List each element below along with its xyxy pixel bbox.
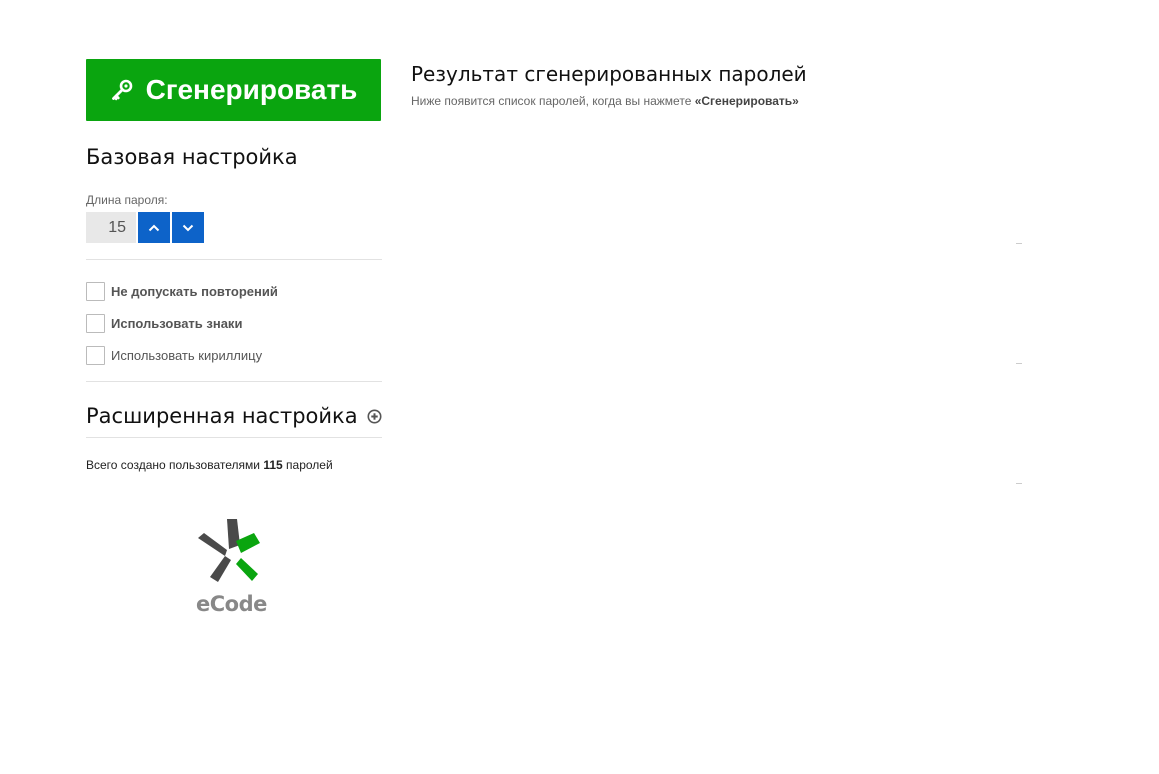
divider xyxy=(86,437,382,438)
base-settings-title: Базовая настройка xyxy=(86,145,298,169)
generate-button-label: Сгенерировать xyxy=(145,74,358,105)
chevron-up-icon xyxy=(148,224,160,231)
use-symbols-checkbox[interactable] xyxy=(86,313,105,333)
divider xyxy=(1016,243,1022,244)
option-no-repeats[interactable]: Не допускать повторений xyxy=(86,280,278,302)
ecode-logo[interactable]: eCode xyxy=(196,519,267,616)
length-decrease-button[interactable] xyxy=(172,212,204,243)
divider xyxy=(86,259,382,260)
chevron-down-icon xyxy=(182,224,194,231)
password-length-label: Длина пароля: xyxy=(86,193,168,207)
no-repeats-checkbox[interactable] xyxy=(86,281,105,301)
divider xyxy=(1016,483,1022,484)
sidebar: Сгенерировать Базовая настройка Длина па… xyxy=(86,59,382,616)
use-symbols-label: Использовать знаки xyxy=(111,315,243,331)
stats-count: 115 xyxy=(263,458,283,472)
total-generated-stats: Всего создано пользователями 115 паролей xyxy=(86,458,333,472)
ecode-logo-icon xyxy=(198,519,260,582)
divider xyxy=(86,381,382,382)
advanced-settings-title: Расширенная настройка xyxy=(86,404,358,428)
results-hint-text: Ниже появится список паролей, когда вы н… xyxy=(411,94,692,108)
use-cyrillic-checkbox[interactable] xyxy=(86,345,105,365)
length-increase-button[interactable] xyxy=(138,212,170,243)
results-title: Результат сгенерированных паролей xyxy=(411,62,807,86)
plus-circle-icon[interactable] xyxy=(367,409,382,424)
option-use-symbols[interactable]: Использовать знаки xyxy=(86,312,242,334)
stats-prefix: Всего создано пользователями xyxy=(86,458,260,472)
ecode-logo-text: eCode xyxy=(196,592,267,616)
password-length-stepper: 15 xyxy=(86,212,204,243)
stats-suffix: паролей xyxy=(286,458,333,472)
results-hint: Ниже появится список паролей, когда вы н… xyxy=(411,94,1051,108)
key-icon xyxy=(111,79,132,101)
option-use-cyrillic[interactable]: Использовать кириллицу xyxy=(86,344,262,366)
results-panel: Результат сгенерированных паролей Ниже п… xyxy=(411,62,1051,108)
use-cyrillic-label: Использовать кириллицу xyxy=(111,347,263,363)
advanced-settings-toggle[interactable]: Расширенная настройка xyxy=(86,404,382,428)
results-hint-emphasis: «Сгенерировать» xyxy=(694,94,799,108)
generate-button[interactable]: Сгенерировать xyxy=(86,59,381,121)
password-length-value[interactable]: 15 xyxy=(86,212,136,243)
no-repeats-label: Не допускать повторений xyxy=(111,283,278,299)
divider xyxy=(1016,363,1022,364)
